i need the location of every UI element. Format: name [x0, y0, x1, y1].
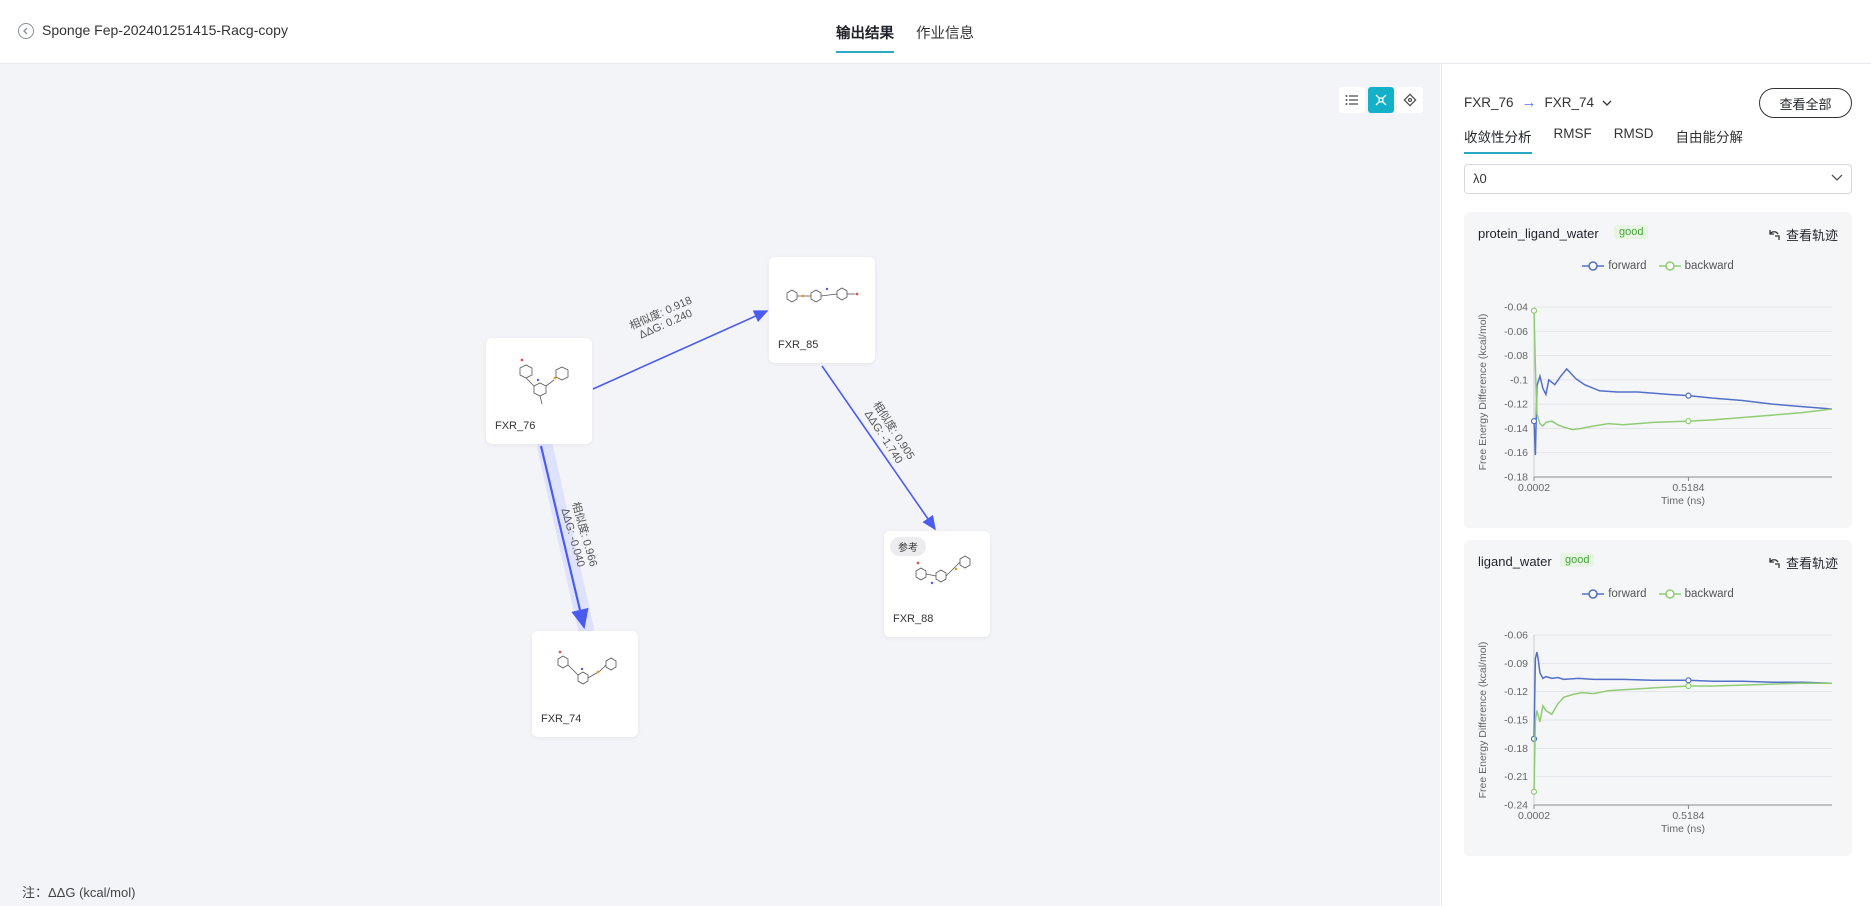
molecule-structure-icon: [786, 287, 859, 303]
data-point: [1530, 307, 1538, 314]
node-fxr-88[interactable]: 参考 FXR_88: [884, 531, 990, 637]
molecule-structure-icon: [519, 358, 569, 405]
lambda-value: λ0: [1473, 171, 1487, 186]
lambda-select[interactable]: λ0: [1464, 164, 1852, 194]
pair-selector[interactable]: FXR_76 → FXR_74: [1464, 94, 1612, 111]
analysis-panel: FXR_76 → FXR_74 查看全部 收敛性分析 RMSF RMSD 自由能…: [1441, 64, 1871, 906]
y-tick-label: -0.06: [1504, 630, 1528, 642]
node-label: FXR_88: [893, 613, 934, 625]
graph-canvas[interactable]: 相似度: 0.918 ΔΔG: 0.240 相似度: 0.905 ΔΔG: -1…: [0, 64, 1440, 906]
y-tick-label: -0.14: [1504, 423, 1528, 435]
chevron-down-icon: [1602, 100, 1612, 106]
legend-label: backward: [1684, 260, 1734, 272]
series-line-forward: [1533, 367, 1833, 456]
y-tick-label: -0.12: [1504, 399, 1528, 411]
y-axis-label: Free Energy Difference (kcal/mol): [1477, 642, 1489, 799]
y-axis-label: Free Energy Difference (kcal/mol): [1477, 314, 1489, 471]
y-tick-label: -0.08: [1504, 350, 1528, 362]
graph-edges: [537, 310, 936, 637]
chart-legend: forward backward: [1464, 260, 1852, 272]
legend-label: backward: [1684, 588, 1734, 600]
legend-backward[interactable]: backward: [1658, 588, 1734, 600]
chevron-down-icon: [1831, 174, 1843, 181]
view-all-button[interactable]: 查看全部: [1759, 88, 1852, 118]
data-point: [1685, 418, 1692, 425]
node-fxr-76[interactable]: FXR_76: [486, 338, 592, 444]
y-tick-label: -0.12: [1504, 686, 1528, 698]
node-label: FXR_76: [495, 420, 536, 432]
pair-to: FXR_74: [1544, 95, 1595, 110]
tab-output-results[interactable]: 输出结果: [836, 22, 894, 53]
series-line-backward: [1533, 310, 1833, 431]
y-tick-label: -0.18: [1504, 743, 1528, 755]
legend-backward[interactable]: backward: [1658, 260, 1734, 272]
x-tick-label: 0.5184: [1672, 482, 1704, 494]
node-fxr-74[interactable]: FXR_74: [532, 631, 638, 737]
status-badge: good: [1614, 225, 1649, 239]
y-tick-label: -0.15: [1504, 715, 1528, 727]
analysis-tabs: 收敛性分析 RMSF RMSD 自由能分解: [1464, 126, 1743, 154]
molecule-structure-icon: [915, 555, 971, 585]
tab-convergence[interactable]: 收敛性分析: [1464, 126, 1532, 154]
convergence-card-protein-ligand-water: -0.04 -0.06 -0.08 -0.1 -0.12 -0.14 -0.16 -0.18 0…: [1464, 212, 1852, 528]
arrow-right-icon: →: [1521, 94, 1537, 111]
back-icon[interactable]: [18, 23, 34, 39]
status-badge: good: [1560, 553, 1595, 567]
x-tick-label: 0.5184: [1672, 810, 1704, 822]
legend-label: forward: [1608, 260, 1647, 272]
edge-85-88[interactable]: [821, 365, 936, 531]
trajectory-label: 查看轨迹: [1785, 228, 1838, 243]
unit-note: 注：ΔΔG (kcal/mol): [22, 885, 136, 900]
y-tick-label: -0.06: [1504, 326, 1528, 338]
molecule-structure-icon: [557, 650, 617, 685]
chart-legend: forward backward: [1464, 588, 1852, 600]
tab-rmsf[interactable]: RMSF: [1554, 126, 1592, 154]
top-header: Sponge Fep-202401251415-Racg-copy 输出结果 作…: [0, 0, 1871, 64]
node-label: FXR_85: [778, 339, 819, 351]
job-title: Sponge Fep-202401251415-Racg-copy: [42, 22, 288, 38]
tab-job-info[interactable]: 作业信息: [916, 22, 974, 53]
x-axis-label: Time (ns): [1661, 823, 1705, 835]
node-label: FXR_74: [541, 713, 582, 725]
y-tick-label: -0.04: [1504, 302, 1528, 314]
card-title: protein_ligand_water: [1478, 226, 1599, 241]
view-trajectory-button[interactable]: 查看轨迹: [1768, 553, 1838, 572]
node-fxr-85[interactable]: FXR_85: [769, 257, 875, 363]
data-point: [1685, 392, 1692, 399]
series-line-backward: [1533, 682, 1832, 792]
x-axis-label: Time (ns): [1661, 495, 1705, 507]
x-tick-label: 0.0002: [1518, 482, 1550, 494]
pair-from: FXR_76: [1464, 95, 1514, 110]
y-tick-label: -0.21: [1504, 771, 1528, 783]
data-point: [1685, 682, 1692, 690]
legend-forward[interactable]: forward: [1582, 588, 1647, 600]
convergence-card-ligand-water: -0.06 -0.09 -0.12 -0.15 -0.18 -0.21 -0.24 0.000…: [1464, 540, 1852, 856]
series-line-forward: [1533, 651, 1833, 739]
card-title: ligand_water: [1478, 554, 1552, 569]
trajectory-icon: [1769, 557, 1780, 568]
tab-energy-decomposition[interactable]: 自由能分解: [1676, 126, 1744, 154]
legend-label: forward: [1608, 588, 1647, 600]
x-tick-label: 0.0002: [1518, 810, 1550, 822]
tab-rmsd[interactable]: RMSD: [1614, 126, 1654, 154]
y-tick-label: -0.1: [1510, 374, 1528, 386]
legend-forward[interactable]: forward: [1582, 260, 1647, 272]
view-trajectory-button[interactable]: 查看轨迹: [1768, 225, 1838, 244]
data-point: [1530, 418, 1538, 425]
y-tick-label: -0.16: [1504, 447, 1528, 459]
trajectory-icon: [1769, 229, 1780, 240]
trajectory-label: 查看轨迹: [1785, 556, 1838, 571]
main-tabs: 输出结果 作业信息: [836, 22, 974, 53]
y-tick-label: -0.09: [1504, 658, 1528, 670]
data-point: [1530, 788, 1538, 795]
data-point: [1685, 677, 1692, 684]
